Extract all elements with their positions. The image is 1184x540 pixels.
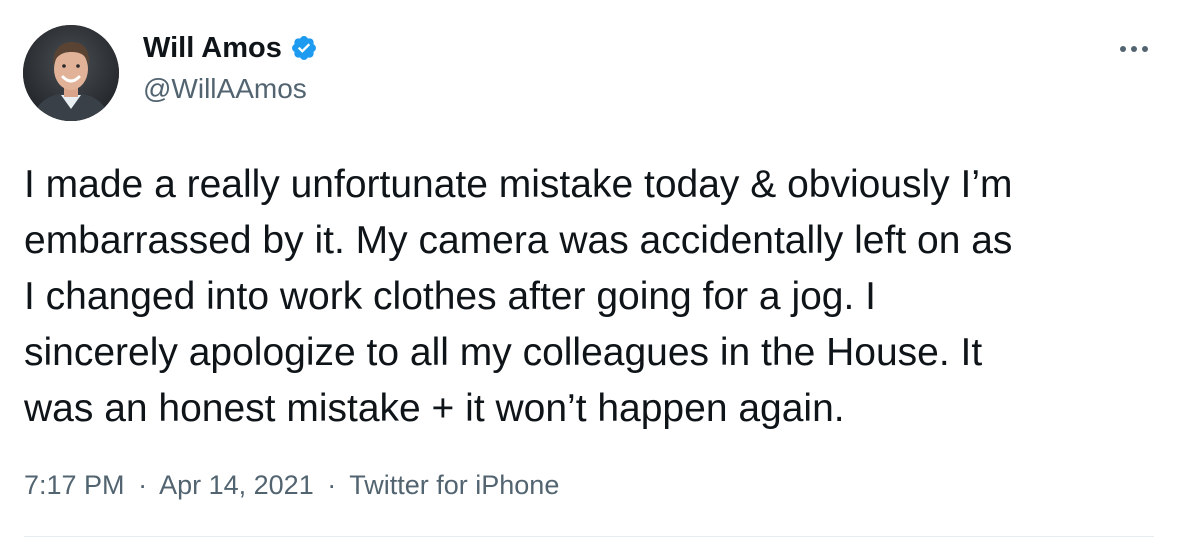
tweet-metadata: 7:17 PM · Apr 14, 2021 · Twitter for iPh…	[24, 468, 559, 502]
tweet-text-line: embarrassed by it. My camera was acciden…	[24, 219, 1013, 262]
profile-photo-icon	[23, 25, 119, 121]
tweet-source-link[interactable]: Twitter for iPhone	[349, 470, 559, 500]
tweet-text-line: I changed into work clothes after going …	[24, 275, 877, 318]
tweet-date-link[interactable]: Apr 14, 2021	[159, 470, 314, 500]
tweet-text-line: I made a really unfortunate mistake toda…	[24, 163, 1013, 206]
tweet-text-line: was an honest mistake + it won’t happen …	[24, 387, 845, 430]
avatar[interactable]	[23, 25, 119, 121]
verified-badge-icon	[290, 34, 318, 62]
tweet-time-link[interactable]: 7:17 PM	[24, 470, 125, 500]
tweet-card: Will Amos @WillAAmos I made a really unf…	[0, 0, 1184, 540]
more-horizontal-icon-dot	[1131, 46, 1137, 52]
divider	[24, 536, 1154, 537]
more-options-button[interactable]	[1112, 36, 1156, 62]
author-handle[interactable]: @WillAAmos	[143, 72, 307, 106]
meta-separator: ·	[138, 470, 148, 500]
tweet-text: I made a really unfortunate mistake toda…	[24, 157, 1164, 437]
tweet-text-line: sincerely apologize to all my colleagues…	[24, 331, 983, 374]
more-horizontal-icon-dot	[1120, 46, 1126, 52]
meta-separator: ·	[327, 470, 337, 500]
more-horizontal-icon-dot	[1142, 46, 1148, 52]
author-display-name[interactable]: Will Amos	[143, 30, 282, 66]
author-name-row: Will Amos	[143, 30, 318, 66]
